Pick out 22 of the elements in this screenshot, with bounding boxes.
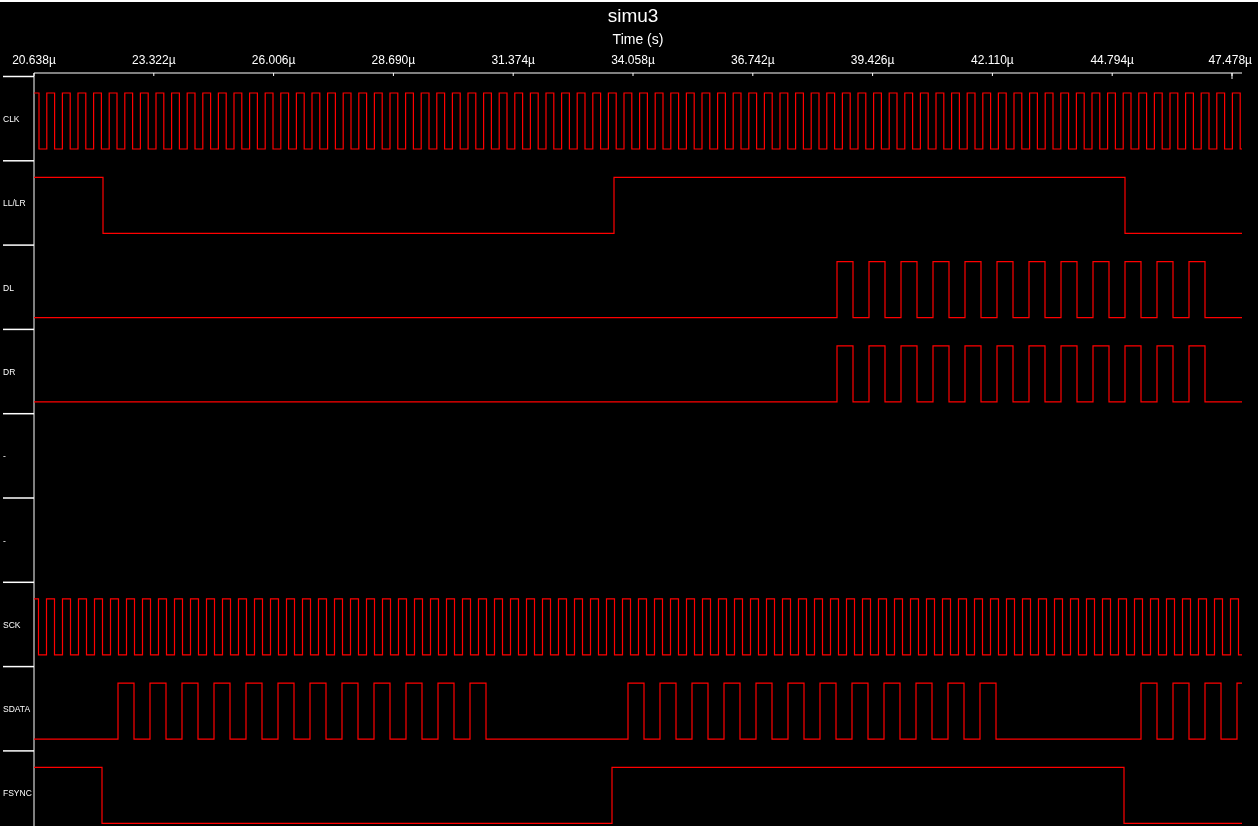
- signal-label: CLK: [3, 114, 20, 124]
- tick-label: 20.638µ: [12, 53, 56, 67]
- signal-label: DL: [3, 282, 14, 293]
- signal-label: -: [3, 535, 6, 546]
- tick-label: 34.058µ: [611, 53, 655, 67]
- tick-label: 26.006µ: [251, 53, 296, 67]
- signal-label: SCK: [3, 619, 21, 630]
- signal-label: DR: [3, 366, 16, 377]
- tick-label: 39.426µ: [850, 53, 895, 67]
- signal-label: SDATA: [3, 704, 31, 715]
- tick-label: 31.374µ: [491, 53, 535, 67]
- axis-title: Time (s): [612, 31, 664, 47]
- tick-label: 23.322µ: [132, 53, 176, 67]
- tick-label: 28.690µ: [371, 53, 416, 67]
- tick-label: 36.742µ: [731, 53, 775, 67]
- tick-label: 47.478µ: [1208, 53, 1252, 67]
- tick-label: 44.794µ: [1090, 53, 1134, 67]
- signal-label: FSYNC: [3, 788, 32, 799]
- tick-label: 42.110µ: [971, 53, 1014, 67]
- chart-title: simu3: [607, 5, 659, 26]
- signal-label: LL/LR: [3, 198, 26, 209]
- signal-label: -: [3, 451, 6, 462]
